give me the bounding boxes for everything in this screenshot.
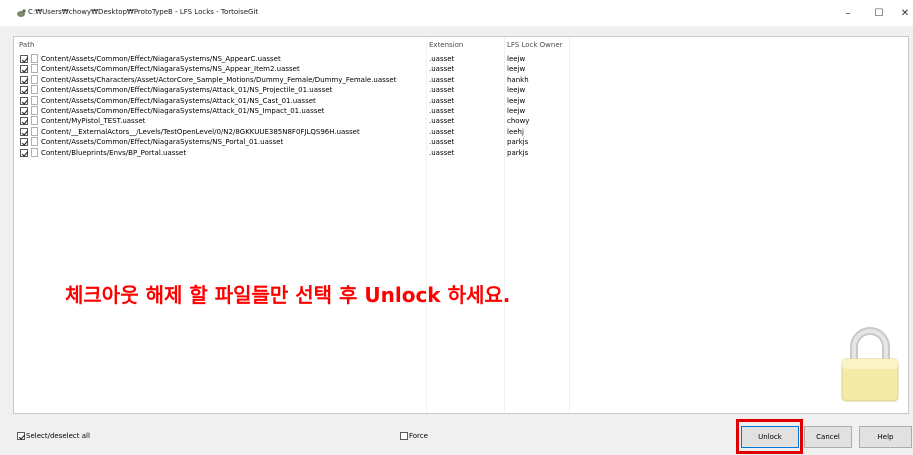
cell-path: Content/Blueprints/Envs/BP_Portal.uasset — [41, 148, 187, 157]
cell-extension: .uasset — [429, 127, 455, 136]
row-checkbox[interactable] — [20, 138, 29, 147]
table-row[interactable]: Content/Assets/Common/Effect/NiagaraSyst… — [14, 85, 908, 95]
cell-owner: hankh — [507, 75, 529, 84]
file-icon — [31, 54, 38, 63]
row-checkbox[interactable] — [20, 55, 29, 63]
table-row[interactable]: Content/MyPistol_TEST.uasset .uasset chowy — [14, 116, 908, 126]
cell-owner: leejw — [507, 55, 526, 63]
row-checkbox[interactable] — [20, 127, 29, 136]
cell-path: Content/Assets/Common/Effect/NiagaraSyst… — [41, 96, 316, 105]
cell-path: Content/__ExternalActors__/Levels/TestOp… — [41, 127, 360, 136]
cell-path: Content/Assets/Characters/Asset/ActorCor… — [41, 75, 397, 84]
file-icon — [31, 64, 38, 74]
cell-owner: parkjs — [507, 148, 529, 157]
row-checkbox[interactable] — [20, 107, 29, 115]
table-row[interactable]: Content/Assets/Characters/Asset/ActorCor… — [14, 74, 908, 85]
maximize-button[interactable]: ☐ — [866, 4, 892, 22]
file-icon — [31, 74, 38, 84]
cell-owner: leehj — [507, 127, 524, 136]
cell-path: Content/Assets/Common/Effect/NiagaraSyst… — [41, 55, 281, 63]
file-icon — [31, 116, 38, 126]
title-bar: C:₩Users₩chowy₩Desktop₩ProtoTypeB - LFS … — [0, 0, 913, 26]
cell-extension: .uasset — [429, 86, 455, 95]
file-icon — [31, 147, 38, 157]
cell-extension: .uasset — [429, 138, 455, 147]
help-button[interactable]: Help — [859, 426, 912, 448]
row-checkbox[interactable] — [20, 75, 29, 84]
cell-owner: parkjs — [507, 138, 529, 147]
table-row[interactable]: Content/__ExternalActors__/Levels/TestOp… — [14, 126, 908, 137]
select-all-label[interactable]: Select/deselect all — [26, 432, 90, 440]
cell-extension: .uasset — [429, 148, 455, 157]
cell-owner: chowy — [507, 117, 530, 126]
file-icon — [31, 106, 38, 115]
row-checkbox[interactable] — [20, 148, 29, 157]
cancel-button[interactable]: Cancel — [804, 426, 852, 448]
column-header-extension[interactable]: Extension — [429, 41, 463, 49]
row-checkbox[interactable] — [20, 65, 29, 74]
file-icon — [31, 126, 38, 136]
padlock-icon — [840, 325, 900, 403]
force-checkbox[interactable] — [400, 432, 408, 440]
cell-extension: .uasset — [429, 107, 455, 115]
select-all-checkbox[interactable] — [17, 432, 26, 440]
cell-path: Content/MyPistol_TEST.uasset — [41, 117, 146, 126]
column-header-path[interactable]: Path — [19, 41, 34, 49]
unlock-highlight-box — [736, 419, 803, 454]
table-row[interactable]: Content/Assets/Common/Effect/NiagaraSyst… — [14, 54, 908, 64]
cell-owner: leejw — [507, 86, 526, 95]
cell-path: Content/Assets/Common/Effect/NiagaraSyst… — [41, 86, 333, 95]
cell-path: Content/Assets/Common/Effect/NiagaraSyst… — [41, 138, 284, 147]
cell-extension: .uasset — [429, 65, 455, 74]
cell-extension: .uasset — [429, 75, 455, 84]
row-checkbox[interactable] — [20, 117, 29, 126]
table-row[interactable]: Content/Blueprints/Envs/BP_Portal.uasset… — [14, 147, 908, 158]
cell-path: Content/Assets/Common/Effect/NiagaraSyst… — [41, 65, 300, 74]
cell-owner: leejw — [507, 107, 526, 115]
row-checkbox[interactable] — [20, 86, 29, 95]
tortoisegit-icon — [16, 8, 26, 18]
file-icon — [31, 137, 38, 147]
column-header-owner[interactable]: LFS Lock Owner — [507, 41, 563, 49]
window-title: C:₩Users₩chowy₩Desktop₩ProtoTypeB - LFS … — [28, 8, 259, 16]
instruction-text: 체크아웃 해제 할 파일들만 선택 후 Unlock 하세요. — [65, 283, 511, 307]
cell-extension: .uasset — [429, 96, 455, 105]
file-icon — [31, 95, 38, 105]
table-row[interactable]: Content/Assets/Common/Effect/NiagaraSyst… — [14, 64, 908, 74]
lfs-locks-list[interactable]: Path Extension LFS Lock Owner Content/As… — [13, 36, 909, 414]
file-icon — [31, 85, 38, 95]
cell-extension: .uasset — [429, 117, 455, 126]
cell-owner: leejw — [507, 96, 526, 105]
cell-path: Content/Assets/Common/Effect/NiagaraSyst… — [41, 107, 325, 115]
table-row[interactable]: Content/Assets/Common/Effect/NiagaraSyst… — [14, 137, 908, 147]
cell-owner: leejw — [507, 65, 526, 74]
minimize-button[interactable]: – — [835, 4, 861, 22]
cell-extension: .uasset — [429, 55, 455, 63]
force-label[interactable]: Force — [409, 432, 428, 440]
close-button[interactable]: ✕ — [897, 4, 913, 22]
table-row[interactable]: Content/Assets/Common/Effect/NiagaraSyst… — [14, 106, 908, 116]
table-row[interactable]: Content/Assets/Common/Effect/NiagaraSyst… — [14, 95, 908, 106]
row-checkbox[interactable] — [20, 96, 29, 105]
